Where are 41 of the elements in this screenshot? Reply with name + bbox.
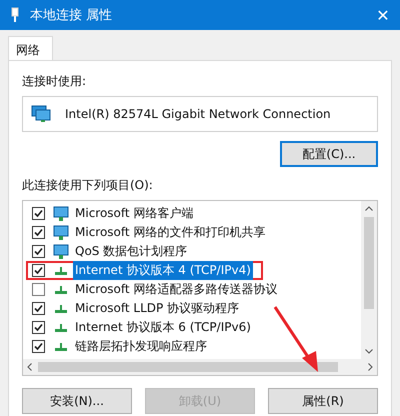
protocol-icon [55, 304, 67, 312]
close-button[interactable]: ✕ [366, 0, 400, 30]
monitor-icon [53, 206, 69, 222]
horizontal-scrollbar[interactable] [23, 359, 377, 375]
monitor-icon [53, 224, 69, 240]
protocol-icon [55, 266, 67, 274]
network-cable-icon [10, 7, 20, 23]
protocol-icon [55, 286, 67, 294]
dialog-button[interactable]: 安装(N)... [22, 388, 132, 414]
monitor-icon [31, 105, 51, 123]
list-item[interactable]: Microsoft LLDP 协议驱动程序 [73, 299, 242, 318]
protocol-icon [55, 342, 67, 350]
configure-button[interactable]: 配置(C)... [280, 141, 378, 167]
scroll-left-icon[interactable] [27, 363, 32, 371]
checkbox[interactable] [32, 245, 45, 258]
scroll-up-icon[interactable] [365, 206, 373, 211]
list-item[interactable]: Microsoft 网络适配器多路传送器协议 [73, 280, 280, 299]
items-label: 此连接使用下列项目(O): [22, 177, 154, 194]
list-item[interactable]: Microsoft 网络客户端 [73, 204, 196, 223]
tab[interactable]: 网络 [8, 36, 53, 60]
list-item[interactable]: QoS 数据包计划程序 [73, 242, 190, 261]
scroll-down-icon[interactable] [365, 349, 373, 354]
list-item[interactable]: 链路层拓扑发现响应程序 [73, 337, 209, 356]
checkbox[interactable] [32, 321, 45, 334]
checkbox[interactable] [32, 207, 45, 220]
scroll-right-icon[interactable] [368, 363, 373, 371]
checkbox[interactable] [32, 302, 45, 315]
checkbox[interactable] [32, 264, 45, 277]
list-item[interactable]: Internet 协议版本 4 (TCP/IPv4) [73, 261, 253, 280]
window-title: 本地连接 属性 [30, 7, 114, 24]
list-item[interactable]: Internet 协议版本 6 (TCP/IPv6) [73, 318, 253, 337]
list-item[interactable]: Microsoft 网络的文件和打印机共享 [73, 223, 268, 242]
checkbox[interactable] [32, 283, 45, 296]
checkbox[interactable] [32, 340, 45, 353]
monitor-icon [53, 244, 69, 260]
dialog-button[interactable]: 属性(R) [268, 388, 378, 414]
vertical-scrollbar[interactable] [361, 201, 377, 359]
connect-using-label: 连接时使用: [22, 73, 88, 90]
checkbox[interactable] [32, 226, 45, 239]
adapter-name: Intel(R) 82574L Gigabit Network Connection [65, 107, 331, 121]
protocol-icon [55, 324, 67, 332]
